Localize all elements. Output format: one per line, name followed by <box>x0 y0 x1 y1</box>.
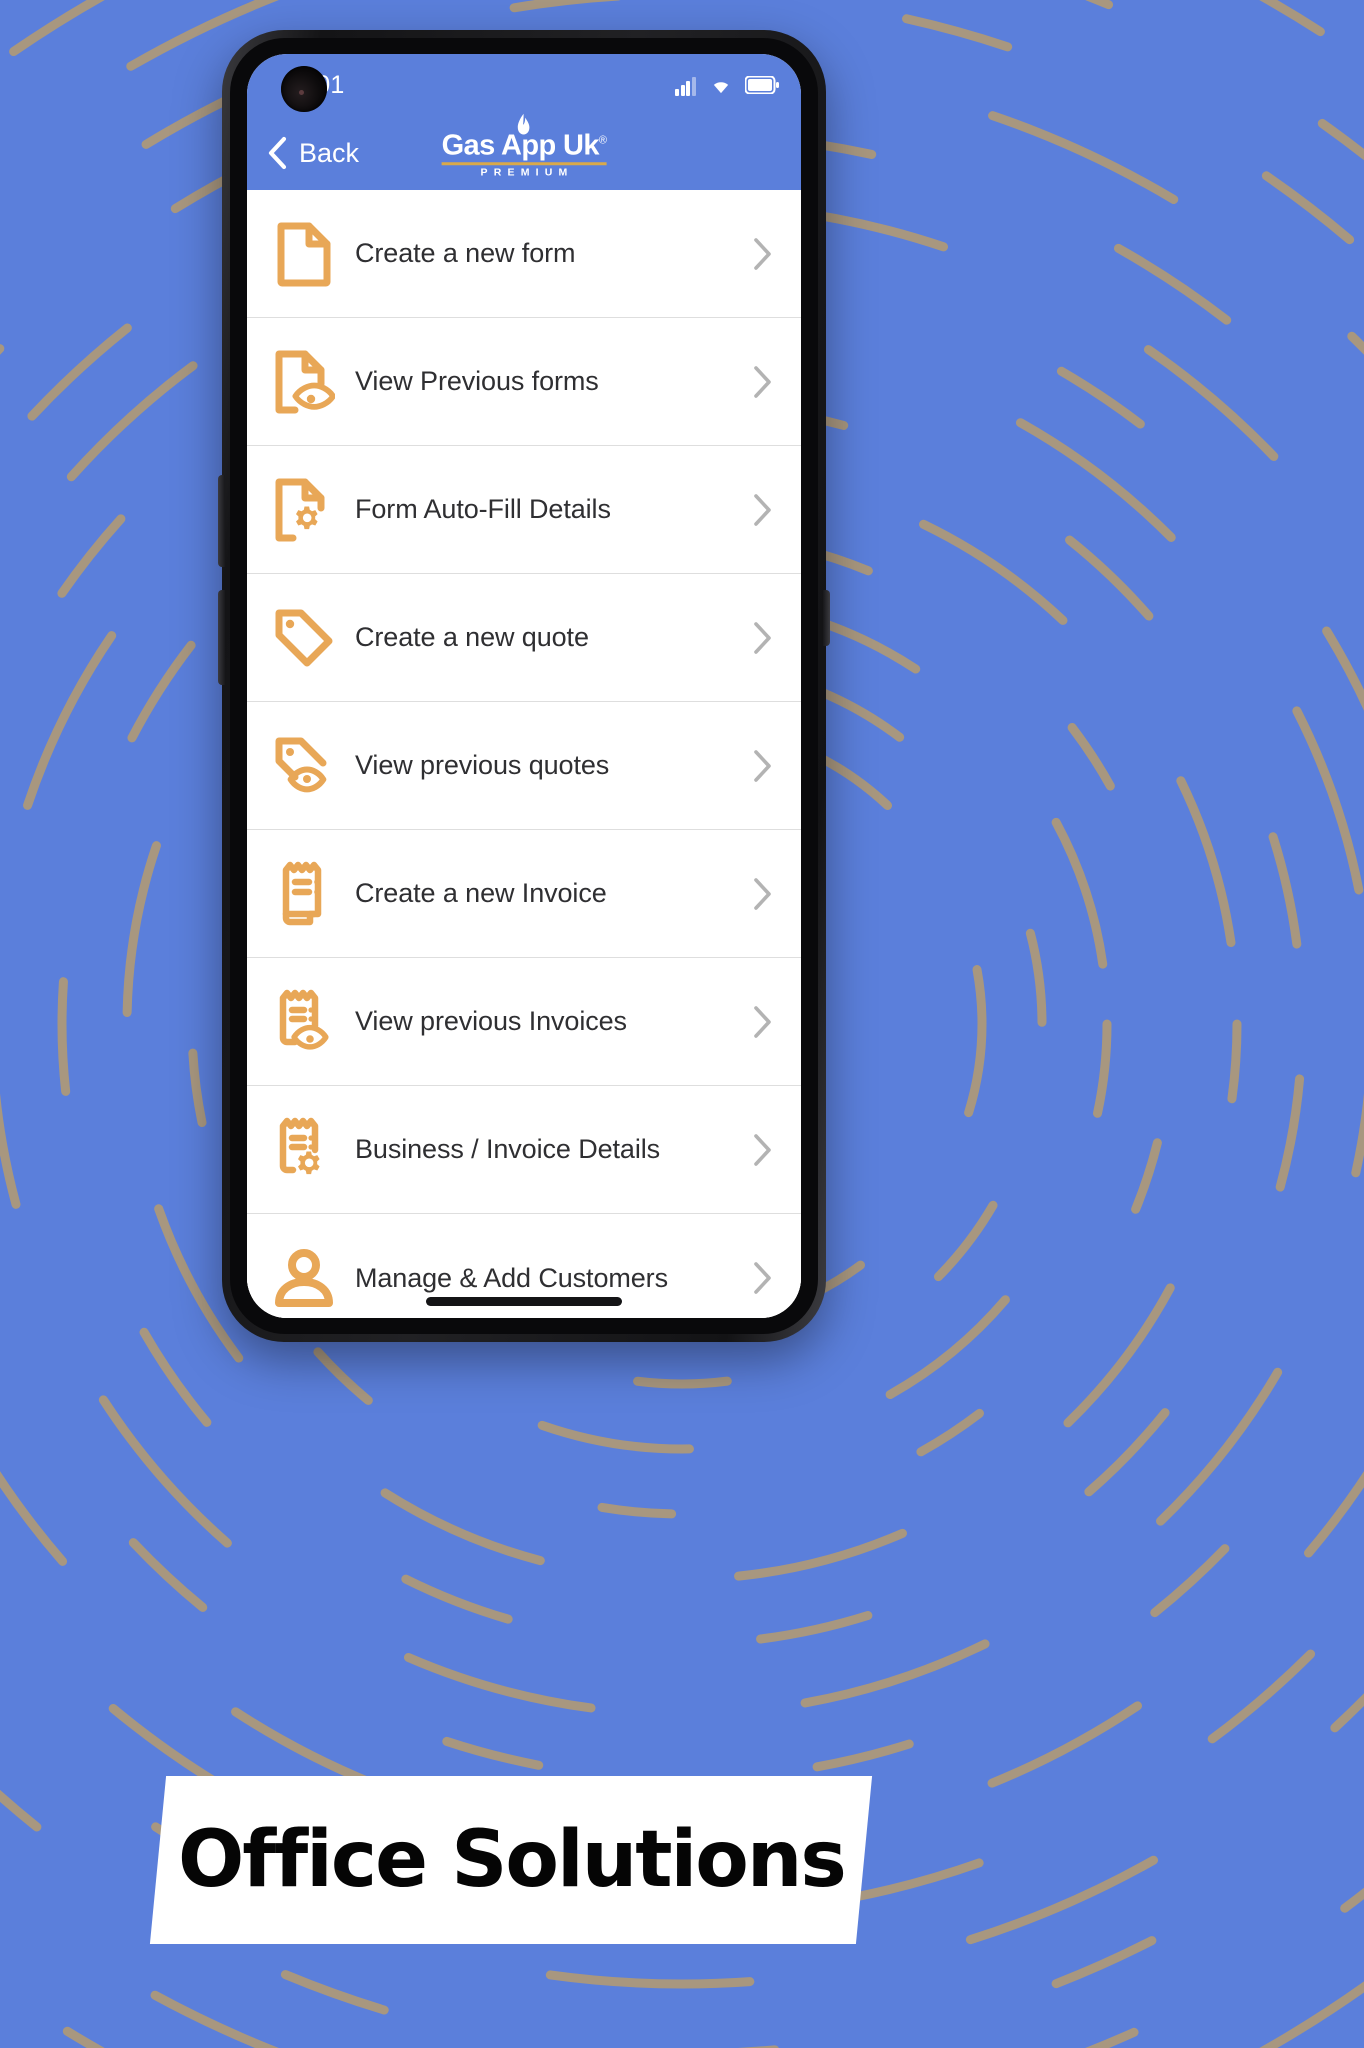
assistant-button[interactable] <box>823 590 830 646</box>
wifi-icon <box>708 75 734 95</box>
menu-item-label: View previous quotes <box>355 750 610 780</box>
camera-lens-dot <box>299 89 305 95</box>
receipt-gear-icon <box>267 1116 341 1184</box>
chevron-right-icon <box>745 877 779 911</box>
phone-device-frame: 9:01 <box>218 30 830 1342</box>
receipt-eye-icon <box>267 988 341 1056</box>
chevron-left-icon <box>267 136 289 170</box>
chevron-right-icon <box>745 365 779 399</box>
chevron-right-icon <box>745 1261 779 1295</box>
menu-item-label: Form Auto-Fill Details <box>355 494 611 524</box>
menu-item-label: Create a new form <box>355 238 576 268</box>
chevron-right-icon <box>745 749 779 783</box>
menu-item-label: Business / Invoice Details <box>355 1134 661 1164</box>
promo-banner-title: Office Solutions <box>177 1815 845 1905</box>
chevron-right-icon <box>745 1005 779 1039</box>
back-label: Back <box>299 137 360 168</box>
promo-banner: Office Solutions <box>149 1776 873 1944</box>
document-gear-icon <box>267 477 341 543</box>
front-camera-cutout <box>281 66 327 112</box>
menu-item-label: View previous Invoices <box>355 1006 627 1036</box>
power-button[interactable] <box>218 590 225 685</box>
receipt-icon <box>267 860 341 928</box>
logo-wordmark-text: Gas App Uk <box>441 129 600 162</box>
logo-subtitle: PREMIUM <box>480 166 574 179</box>
registered-mark: ® <box>598 134 607 147</box>
battery-icon <box>745 76 779 94</box>
document-eye-icon <box>267 349 341 415</box>
status-icons-group <box>675 74 779 96</box>
volume-button[interactable] <box>218 475 225 567</box>
menu-item-view-previous-invoices[interactable]: View previous Invoices <box>247 958 801 1086</box>
tag-eye-icon <box>267 734 341 798</box>
cellular-signal-icon <box>675 74 697 96</box>
menu-item-form-auto-fill-details[interactable]: Form Auto-Fill Details <box>247 446 801 574</box>
chevron-right-icon <box>745 1133 779 1167</box>
menu-item-view-previous-forms[interactable]: View Previous forms <box>247 318 801 446</box>
logo-wordmark: Gas App Uk® <box>442 128 607 160</box>
menu-item-create-new-quote[interactable]: Create a new quote <box>247 574 801 702</box>
menu-item-business-invoice-details[interactable]: Business / Invoice Details <box>247 1086 801 1214</box>
chevron-right-icon <box>745 493 779 527</box>
menu-item-create-new-invoice[interactable]: Create a new Invoice <box>247 830 801 958</box>
tag-icon <box>267 606 341 670</box>
menu-item-view-previous-quotes[interactable]: View previous quotes <box>247 702 801 830</box>
home-indicator[interactable] <box>426 1297 622 1306</box>
menu-item-label: Create a new quote <box>355 622 589 652</box>
document-icon <box>267 221 341 287</box>
status-bar: 9:01 <box>247 54 801 116</box>
phone-screen: 9:01 <box>247 54 801 1318</box>
menu-item-label: View Previous forms <box>355 366 599 396</box>
menu-list: Create a new form View Previous forms Fo… <box>247 190 801 1318</box>
back-button[interactable]: Back <box>267 136 359 170</box>
app-logo: Gas App Uk® PREMIUM <box>441 113 607 179</box>
person-icon <box>267 1247 341 1309</box>
menu-item-label: Create a new Invoice <box>355 878 607 908</box>
app-header: Back Gas App Uk® PREMIUM <box>247 113 801 190</box>
menu-item-create-new-form[interactable]: Create a new form <box>247 190 801 318</box>
chevron-right-icon <box>745 621 779 655</box>
chevron-right-icon <box>745 237 779 271</box>
logo-gold-rule <box>441 162 607 166</box>
menu-item-label: Manage & Add Customers <box>355 1262 668 1293</box>
